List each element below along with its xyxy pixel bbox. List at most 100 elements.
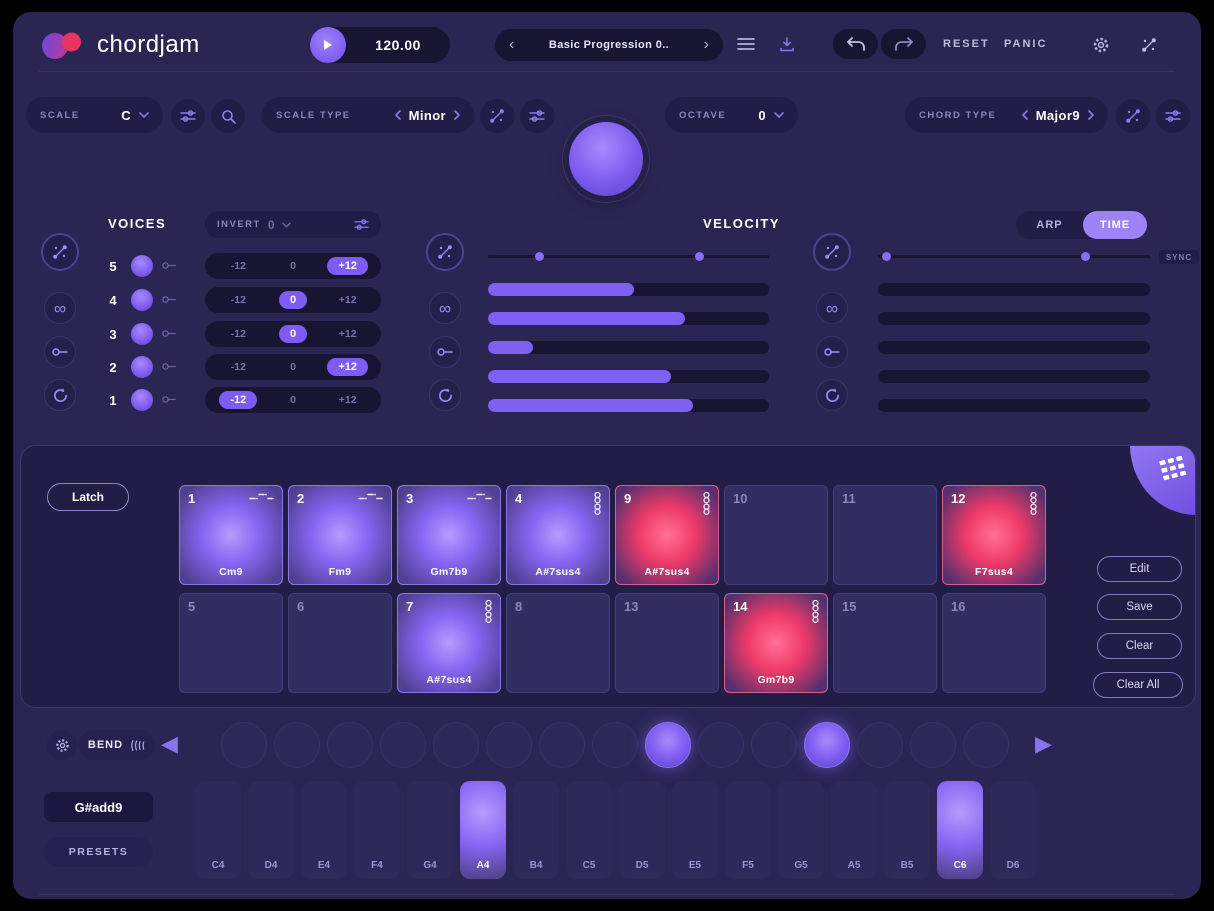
velocity-bar-2[interactable] (488, 370, 769, 383)
scale-lock-button[interactable] (171, 99, 205, 133)
piano-key-b4[interactable]: B4 (513, 781, 559, 879)
step-knob-8[interactable] (592, 722, 638, 768)
save-preset-button[interactable] (779, 37, 795, 52)
step-knob-6[interactable] (486, 722, 532, 768)
piano-key-d5[interactable]: D5 (619, 781, 665, 879)
pad-11[interactable]: 11 (833, 485, 937, 585)
panic-button[interactable]: PANIC (1004, 38, 1047, 50)
arp-toggle-button[interactable]: ARP (1016, 219, 1083, 231)
piano-key-d6[interactable]: D6 (990, 781, 1036, 879)
voice-knob[interactable] (131, 289, 153, 311)
step-knob-12[interactable] (804, 722, 850, 768)
piano-key-e5[interactable]: E5 (672, 781, 718, 879)
timing-random-button[interactable] (813, 233, 851, 271)
range-handle-start[interactable] (882, 252, 891, 261)
voice-transpose-slider[interactable]: -12 0 +12 (205, 387, 381, 413)
chord-type-tune-button[interactable] (1156, 99, 1190, 133)
voice-knob[interactable] (131, 356, 153, 378)
timing-bar-4[interactable] (878, 312, 1150, 325)
redo-button[interactable] (881, 29, 926, 59)
piano-key-f5[interactable]: F5 (725, 781, 771, 879)
chord-type-next-button[interactable] (1088, 110, 1094, 120)
voices-random-button[interactable] (41, 233, 79, 271)
chord-type-prev-button[interactable] (1022, 110, 1028, 120)
step-knob-9[interactable] (645, 722, 691, 768)
range-handle-start[interactable] (535, 252, 544, 261)
piano-key-g4[interactable]: G4 (407, 781, 453, 879)
voice-transpose-slider[interactable]: -12 0 +12 (205, 287, 381, 313)
step-knob-14[interactable] (910, 722, 956, 768)
bend-settings-button[interactable] (47, 730, 77, 760)
preset-prev-button[interactable]: ‹ (507, 37, 516, 53)
timing-bar-2[interactable] (878, 370, 1150, 383)
velocity-bar-1[interactable] (488, 399, 769, 412)
velocity-reset-button[interactable] (429, 379, 461, 411)
step-knob-2[interactable] (274, 722, 320, 768)
scale-type-tune-button[interactable] (520, 99, 554, 133)
bpm-value[interactable]: 120.00 (346, 37, 450, 53)
step-knob-10[interactable] (698, 722, 744, 768)
voice-transpose-slider[interactable]: -12 0 +12 (205, 321, 381, 347)
save-button[interactable]: Save (1097, 594, 1182, 620)
step-knob-7[interactable] (539, 722, 585, 768)
velocity-infinity-button[interactable]: ∞ (429, 292, 461, 324)
piano-key-b5[interactable]: B5 (884, 781, 930, 879)
timing-reset-button[interactable] (816, 379, 848, 411)
pad-13[interactable]: 13 (615, 593, 719, 693)
reset-button[interactable]: RESET (943, 38, 990, 50)
latch-button[interactable]: Latch (47, 483, 129, 511)
velocity-bar-3[interactable] (488, 341, 769, 354)
randomize-all-button[interactable] (1141, 37, 1157, 53)
pad-7[interactable]: 7 A#7sus4 (397, 593, 501, 693)
time-toggle-button[interactable]: TIME (1083, 211, 1147, 239)
edit-button[interactable]: Edit (1097, 556, 1182, 582)
timing-link-button[interactable] (816, 336, 848, 368)
voices-reset-button[interactable] (44, 379, 76, 411)
timing-bar-1[interactable] (878, 399, 1150, 412)
pad-3[interactable]: 3 Gm7b9 (397, 485, 501, 585)
pad-14[interactable]: 14 Gm7b9 (724, 593, 828, 693)
undo-button[interactable] (833, 29, 878, 59)
piano-key-c4[interactable]: C4 (195, 781, 241, 879)
sync-badge[interactable]: SYNC (1159, 250, 1199, 264)
presets-button[interactable]: PRESETS (44, 837, 153, 867)
scale-type-next-button[interactable] (454, 110, 460, 120)
piano-key-a4[interactable]: A4 (460, 781, 506, 879)
velocity-random-button[interactable] (426, 233, 464, 271)
pad-15[interactable]: 15 (833, 593, 937, 693)
voice-knob[interactable] (131, 389, 153, 411)
steps-scroll-right-button[interactable]: ▶ (1035, 733, 1052, 755)
voices-link-button[interactable] (44, 336, 76, 368)
pad-6[interactable]: 6 (288, 593, 392, 693)
play-button[interactable] (310, 27, 346, 63)
timing-bar-3[interactable] (878, 341, 1150, 354)
invert-select[interactable]: INVERT 0 (205, 211, 381, 238)
scale-detect-button[interactable] (211, 99, 245, 133)
step-knob-15[interactable] (963, 722, 1009, 768)
scale-type-prev-button[interactable] (395, 110, 401, 120)
velocity-link-button[interactable] (429, 336, 461, 368)
octave-select[interactable]: OCTAVE 0 (665, 97, 798, 133)
bend-control[interactable]: BEND (79, 730, 155, 760)
pad-12[interactable]: 12 F7sus4 (942, 485, 1046, 585)
menu-button[interactable] (737, 38, 755, 50)
piano-key-a5[interactable]: A5 (831, 781, 877, 879)
piano-key-g5[interactable]: G5 (778, 781, 824, 879)
voice-knob[interactable] (131, 323, 153, 345)
pad-5[interactable]: 5 (179, 593, 283, 693)
piano-key-e4[interactable]: E4 (301, 781, 347, 879)
settings-button[interactable] (1091, 35, 1111, 55)
velocity-bar-4[interactable] (488, 312, 769, 325)
pad-10[interactable]: 10 (724, 485, 828, 585)
velocity-range-slider[interactable] (488, 255, 769, 258)
step-knob-5[interactable] (433, 722, 479, 768)
voice-transpose-slider[interactable]: -12 0 +12 (205, 253, 381, 279)
piano-key-f4[interactable]: F4 (354, 781, 400, 879)
master-knob[interactable] (569, 122, 643, 196)
range-handle-end[interactable] (695, 252, 704, 261)
velocity-bar-5[interactable] (488, 283, 769, 296)
scale-type-random-button[interactable] (480, 99, 514, 133)
clear-button[interactable]: Clear (1097, 633, 1182, 659)
timing-range-slider[interactable] (878, 255, 1150, 258)
preset-name[interactable]: Basic Progression 0.. (516, 39, 701, 51)
